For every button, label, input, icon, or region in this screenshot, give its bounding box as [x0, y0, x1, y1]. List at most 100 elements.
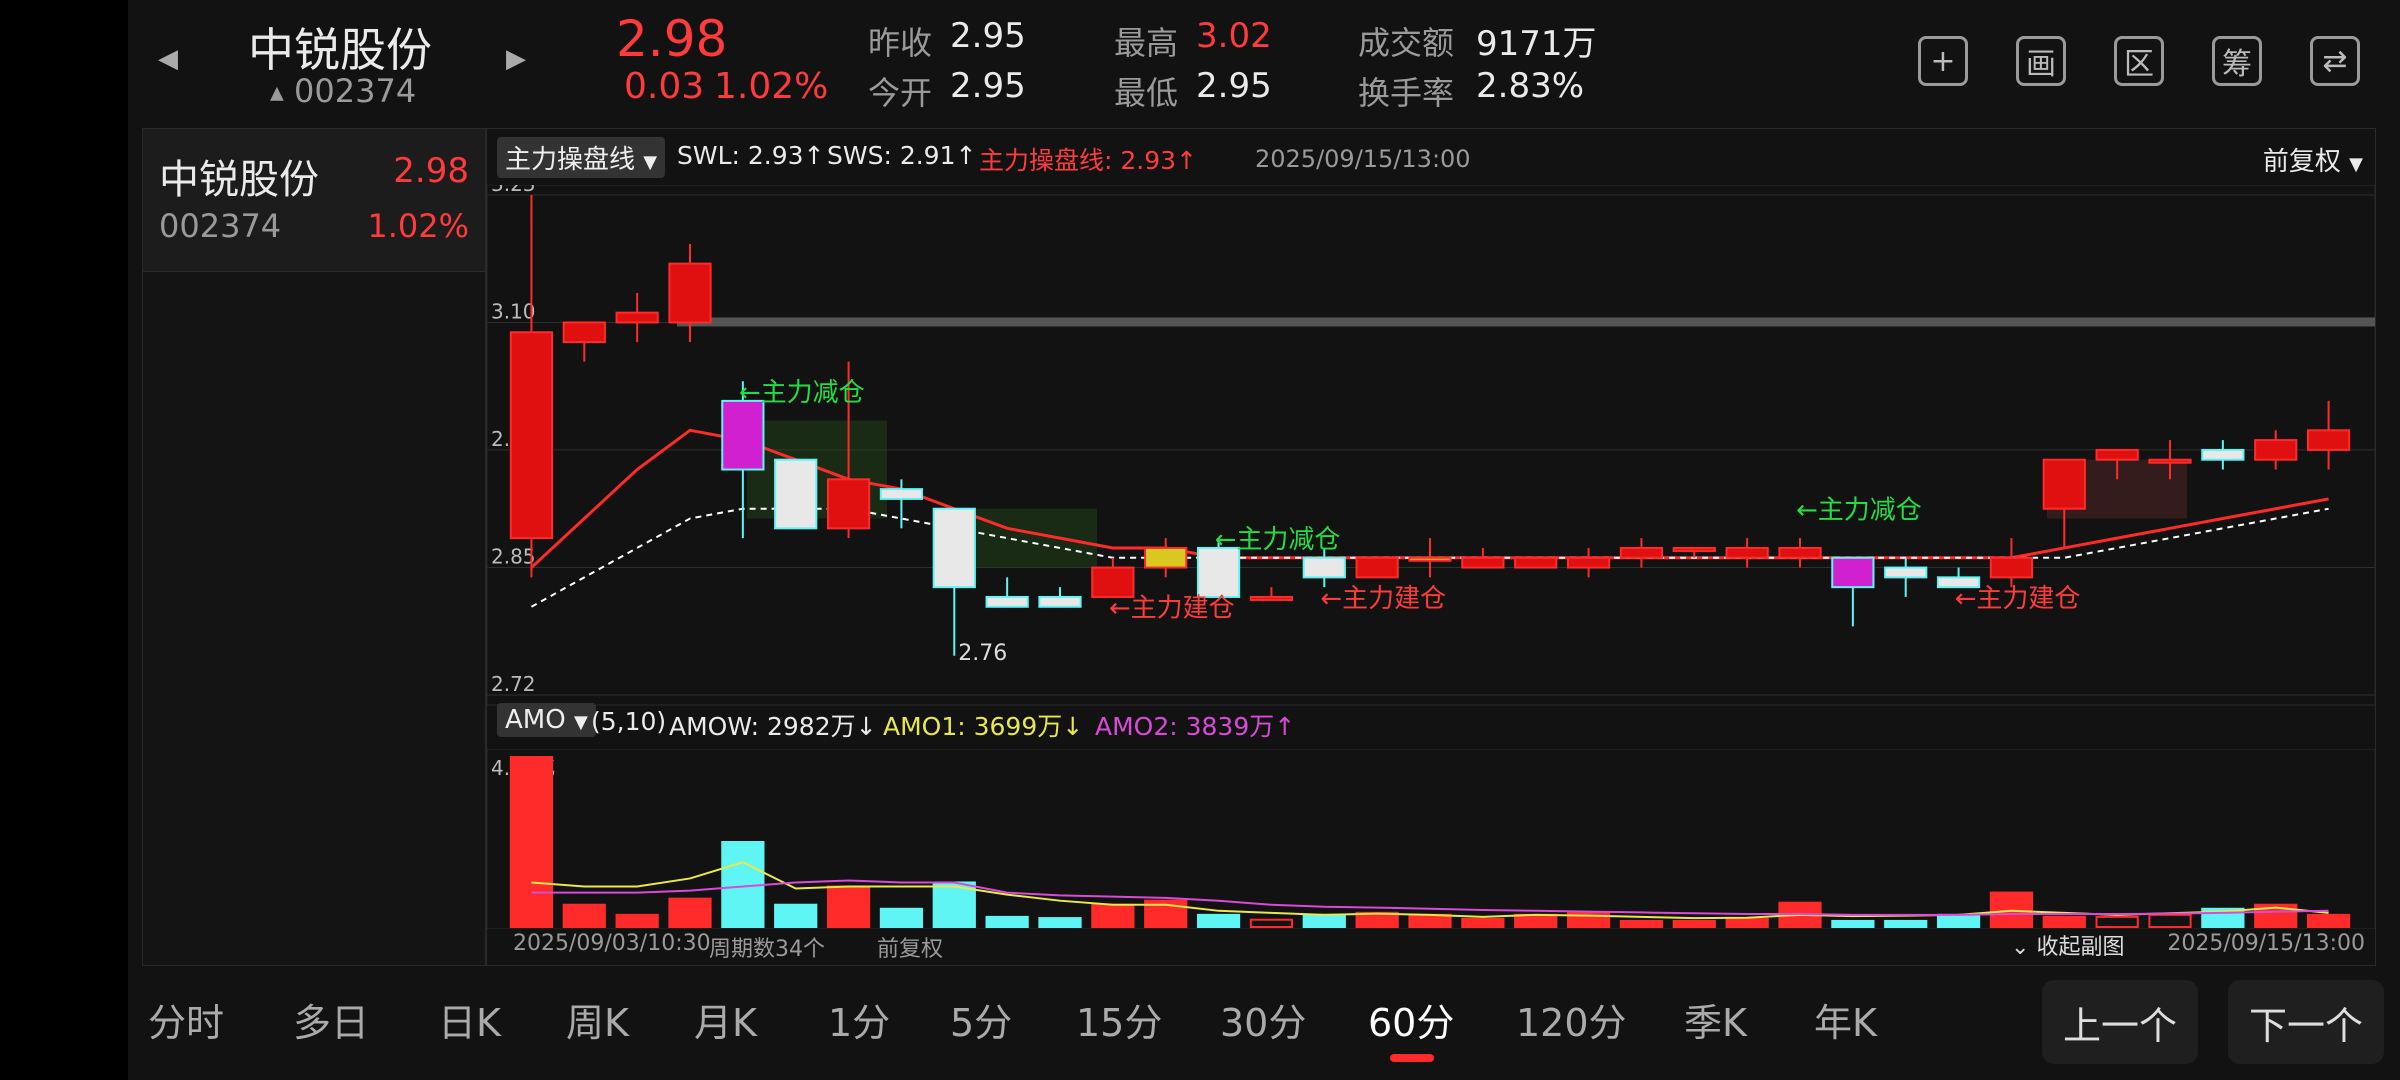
candle-body	[1461, 556, 1505, 569]
footer-end-date: 2025/09/15/13:00	[2167, 931, 2365, 956]
tab-timeframe[interactable]: 月K	[694, 992, 757, 1047]
main-indicator-select[interactable]: 主力操盘线 ▼	[497, 137, 666, 178]
prev-stock-arrow[interactable]: ◀	[158, 44, 178, 74]
resistance-band	[677, 317, 2375, 327]
sws-value: SWS: 2.91↑	[827, 141, 977, 170]
volume-chart[interactable]: 4.20亿	[487, 749, 2375, 929]
tab-timeframe[interactable]: 多日	[293, 992, 369, 1047]
candle-body	[562, 321, 606, 344]
candle-body	[1672, 546, 1716, 552]
volume-bar	[879, 907, 924, 929]
candle-body	[2148, 458, 2192, 464]
watchlist-item[interactable]: 中锐股份 2.98 002374 1.02%	[143, 129, 485, 272]
y-axis-label: 3.23	[491, 185, 536, 196]
next-stock-button[interactable]: 下一个	[2228, 980, 2384, 1064]
turnover-amount-label: 成交额	[1358, 24, 1455, 62]
candle-body	[932, 507, 976, 589]
chevron-double-down-icon: ⌄	[2011, 935, 2030, 960]
rotate-screen-icon[interactable]: ⇄	[2310, 36, 2360, 86]
tab-timeframe[interactable]: 分时	[148, 992, 224, 1047]
candle-body	[1725, 546, 1769, 559]
tab-timeframe[interactable]: 日K	[438, 992, 501, 1047]
tab-timeframe[interactable]: 15分	[1076, 992, 1162, 1047]
prev-close-value: 2.95	[950, 16, 1026, 56]
plus-icon[interactable]: +	[1918, 36, 1968, 86]
tab-timeframe[interactable]: 120分	[1516, 992, 1627, 1047]
tab-timeframe[interactable]: 周K	[566, 992, 629, 1047]
y-axis-label: 3.10	[491, 299, 536, 323]
price-change: 0.03	[624, 66, 705, 107]
next-stock-arrow[interactable]: ▶	[506, 44, 526, 74]
volume-bar	[1091, 903, 1135, 929]
candlestick-chart[interactable]: 3.233.102.972.852.722.76←主力减仓←主力建仓←主力减仓←…	[487, 185, 2375, 745]
candle-body	[668, 262, 712, 324]
caret-up-icon: ▲	[270, 82, 284, 104]
open-label: 今开	[868, 74, 933, 112]
candle-body	[1249, 595, 1294, 601]
candle-body	[774, 458, 818, 530]
sub-indicator-select[interactable]: AMO ▼	[497, 703, 596, 737]
candle-body	[1408, 556, 1452, 562]
watchlist-panel: 中锐股份 2.98 002374 1.02%	[142, 128, 486, 966]
active-tab-indicator	[1390, 1054, 1434, 1062]
candle-body	[1514, 556, 1558, 569]
tab-timeframe[interactable]: 5分	[950, 992, 1012, 1047]
draw-icon[interactable]: 画	[2016, 36, 2066, 86]
signal-annotation: ←主力建仓	[1320, 584, 1446, 614]
volume-bar	[1408, 913, 1452, 929]
footer-period-count: 周期数34个	[709, 937, 825, 962]
volume-bar	[774, 903, 818, 929]
stock-name: 中锐股份	[248, 23, 432, 77]
volume-bar	[985, 915, 1029, 928]
prev-stock-button[interactable]: 上一个	[2042, 980, 2198, 1064]
volume-bar	[562, 903, 606, 929]
amo-params: (5,10)	[591, 707, 667, 736]
prev-close-label: 昨收	[868, 24, 933, 62]
y-axis-label: 2.72	[491, 672, 536, 696]
signal-annotation: ←主力建仓	[1955, 584, 2081, 614]
volume-chart-bg	[487, 749, 2375, 929]
range-icon[interactable]: 区	[2114, 36, 2164, 86]
low-value: 2.95	[1196, 66, 1272, 106]
candle-body	[985, 595, 1029, 608]
tab-timeframe[interactable]: 30分	[1220, 992, 1306, 1047]
volume-bar	[1884, 919, 1928, 929]
turnover-rate-label: 换手率	[1358, 74, 1455, 112]
candle-body	[1778, 546, 1822, 559]
tab-timeframe[interactable]: 1分	[828, 992, 890, 1047]
main-indicator-label: 主力操盘线	[505, 145, 636, 175]
tab-timeframe[interactable]: 60分	[1368, 992, 1454, 1062]
signal-annotation: ←主力减仓	[739, 378, 865, 408]
volume-bar	[1514, 913, 1558, 929]
tab-timeframe[interactable]: 年K	[1814, 992, 1877, 1047]
candle-body	[509, 331, 554, 540]
volume-bar	[1038, 917, 1082, 929]
stock-code-text: 002374	[294, 72, 417, 110]
candle-body	[2095, 448, 2139, 461]
price-change-pct: 1.02%	[714, 66, 829, 107]
collapse-subchart-button[interactable]: ⌄ 收起副图	[2011, 929, 2124, 961]
high-label: 最高	[1114, 24, 1179, 62]
low-price-label: 2.76	[958, 641, 1007, 666]
candle-body	[721, 399, 765, 471]
candle-body	[1302, 556, 1346, 579]
current-price: 2.98	[616, 10, 728, 68]
sub-indicator-label: AMO	[505, 705, 566, 735]
chip-icon[interactable]: 筹	[2212, 36, 2262, 86]
candle-body	[2042, 458, 2086, 510]
adjust-select[interactable]: 前复权 ▼	[2263, 141, 2363, 178]
collapse-subchart-label: 收起副图	[2036, 935, 2125, 960]
dropdown-caret-icon: ▼	[573, 712, 588, 733]
volume-bar	[1936, 913, 1981, 929]
volume-bar	[1302, 913, 1346, 929]
candle-body	[1989, 556, 2034, 579]
footer-adjust: 前复权	[877, 937, 944, 962]
watchlist-item-price: 2.98	[393, 151, 469, 191]
tab-timeframe[interactable]: 季K	[1684, 992, 1747, 1047]
volume-bar	[1831, 919, 1875, 929]
turnover-rate-value: 2.83%	[1476, 66, 1585, 106]
watchlist-item-code: 002374	[159, 207, 282, 245]
amo2-value: AMO2: 3839万↑	[1095, 712, 1296, 741]
chart-area[interactable]: 主力操盘线 ▼ SWL: 2.93↑ SWS: 2.91↑ 主力操盘线: 2.9…	[486, 128, 2376, 966]
volume-bar	[668, 897, 712, 929]
